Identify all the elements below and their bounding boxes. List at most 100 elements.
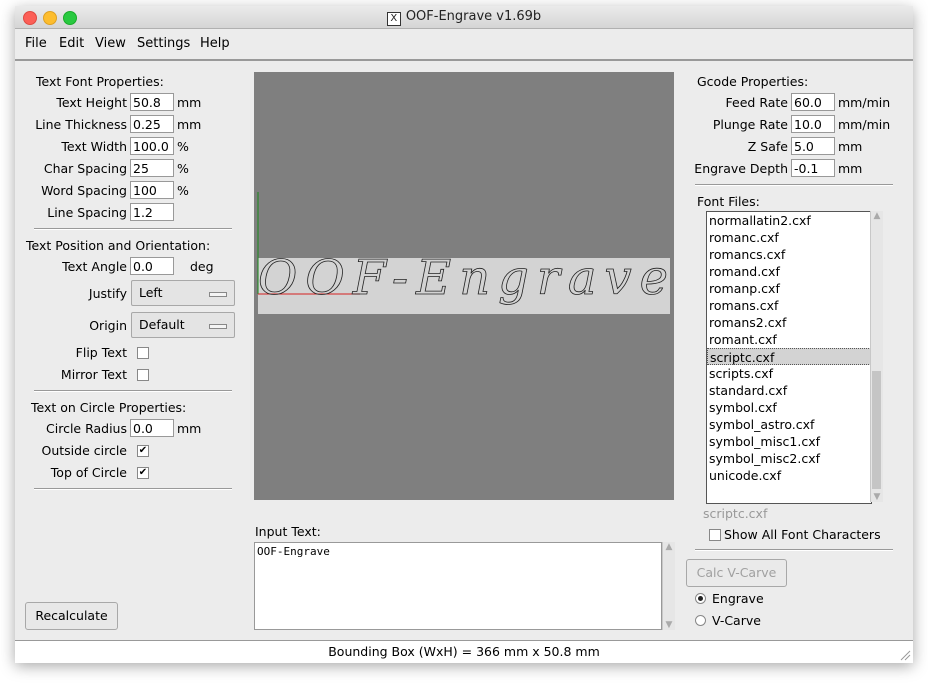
x11-app-icon: X [386, 12, 401, 26]
separator [34, 228, 232, 230]
show-all-chars-checkbox[interactable] [709, 529, 721, 541]
status-text: Bounding Box (WxH) = 366 mm x 50.8 mm [328, 644, 600, 659]
text-width-input[interactable]: 100.0 [130, 137, 174, 155]
circle-radius-unit: mm [177, 421, 202, 436]
line-spacing-input[interactable]: 1.2 [130, 203, 174, 221]
input-text-scrollbar[interactable]: ▲ ▼ [662, 542, 675, 630]
text-font-properties-heading: Text Font Properties: [36, 74, 164, 89]
plunge-rate-unit: mm/min [838, 117, 891, 132]
gcode-properties-heading: Gcode Properties: [697, 74, 809, 89]
engrave-depth-unit: mm [838, 161, 863, 176]
font-files-list[interactable]: normallatin2.cxf romanc.cxf romancs.cxf … [706, 211, 872, 504]
z-safe-label: Z Safe [747, 139, 788, 154]
font-item-standard[interactable]: standard.cxf [707, 382, 871, 399]
menu-settings[interactable]: Settings [137, 36, 190, 51]
justify-dropdown[interactable]: Left [131, 280, 235, 306]
word-spacing-input[interactable]: 100 [130, 181, 174, 199]
input-text-label: Input Text: [255, 524, 321, 539]
origin-value: Default [139, 317, 185, 332]
font-item-romans[interactable]: romans.cxf [707, 297, 871, 314]
recalculate-button[interactable]: Recalculate [25, 602, 118, 630]
vcarve-radio[interactable] [695, 615, 706, 626]
font-item-symbol-misc2[interactable]: symbol_misc2.cxf [707, 450, 871, 467]
input-text-area[interactable]: OOF-Engrave [254, 542, 662, 630]
engrave-depth-input[interactable]: -0.1 [791, 159, 835, 177]
preview-svg: OOF-Engrave [257, 192, 670, 314]
scroll-down-icon[interactable]: ▼ [872, 492, 882, 502]
separator [34, 488, 232, 490]
font-item-romanc[interactable]: romanc.cxf [707, 229, 871, 246]
scrollbar-thumb[interactable] [872, 371, 881, 489]
scroll-down-icon[interactable]: ▼ [664, 620, 674, 630]
calc-vcarve-button[interactable]: Calc V-Carve [686, 559, 787, 587]
text-height-label: Text Height [56, 95, 127, 110]
flip-text-checkbox[interactable] [137, 347, 149, 359]
char-spacing-unit: % [177, 161, 189, 176]
font-item-symbol-astro[interactable]: symbol_astro.cxf [707, 416, 871, 433]
menu-view[interactable]: View [95, 36, 126, 51]
font-item-romant[interactable]: romant.cxf [707, 331, 871, 348]
mirror-text-checkbox[interactable] [137, 369, 149, 381]
char-spacing-input[interactable]: 25 [130, 159, 174, 177]
font-item-romans2[interactable]: romans2.cxf [707, 314, 871, 331]
text-position-heading: Text Position and Orientation: [26, 238, 211, 253]
app-window: X OOF-Engrave v1.69b File Edit View Setti… [15, 6, 913, 663]
z-safe-input[interactable]: 5.0 [791, 137, 835, 155]
top-of-circle-label: Top of Circle [50, 465, 127, 480]
separator [695, 184, 893, 186]
current-font-label: scriptc.cxf [703, 506, 768, 521]
feed-rate-input[interactable]: 60.0 [791, 93, 835, 111]
text-angle-input[interactable]: 0.0 [130, 257, 174, 275]
font-list-scrollbar[interactable]: ▲ ▼ [870, 211, 883, 502]
resize-grip-icon[interactable] [899, 649, 911, 661]
show-all-chars-label: Show All Font Characters [724, 527, 881, 542]
char-spacing-label: Char Spacing [43, 161, 127, 176]
vcarve-label: V-Carve [712, 613, 761, 628]
engrave-label: Engrave [712, 591, 764, 606]
scroll-up-icon[interactable]: ▲ [664, 542, 674, 552]
text-height-unit: mm [177, 95, 202, 110]
dropdown-indicator-icon [209, 292, 227, 297]
check-icon: ✔ [138, 467, 148, 478]
font-item-romanp[interactable]: romanp.cxf [707, 280, 871, 297]
font-item-scriptc[interactable]: scriptc.cxf [707, 348, 871, 365]
top-of-circle-checkbox[interactable]: ✔ [137, 467, 149, 479]
outside-circle-label: Outside circle [41, 443, 128, 458]
dropdown-indicator-icon [209, 324, 227, 329]
separator [34, 390, 232, 392]
font-item-normallatin2[interactable]: normallatin2.cxf [707, 212, 871, 229]
text-angle-label: Text Angle [62, 259, 127, 274]
text-width-label: Text Width [61, 139, 127, 154]
font-item-unicode[interactable]: unicode.cxf [707, 467, 871, 484]
text-height-input[interactable]: 50.8 [130, 93, 174, 111]
feed-rate-label: Feed Rate [725, 95, 788, 110]
feed-rate-unit: mm/min [838, 95, 891, 110]
scroll-up-icon[interactable]: ▲ [872, 211, 882, 221]
menu-file[interactable]: File [25, 36, 47, 51]
status-bar: Bounding Box (WxH) = 366 mm x 50.8 mm [15, 640, 913, 663]
check-icon: ✔ [138, 445, 148, 456]
justify-label: Justify [88, 286, 127, 301]
font-item-romancs[interactable]: romancs.cxf [707, 246, 871, 263]
outside-circle-checkbox[interactable]: ✔ [137, 445, 149, 457]
circle-properties-heading: Text on Circle Properties: [31, 400, 187, 415]
origin-dropdown[interactable]: Default [131, 312, 235, 338]
window-title: OOF-Engrave v1.69b [405, 9, 542, 24]
font-item-romand[interactable]: romand.cxf [707, 263, 871, 280]
engrave-radio[interactable] [695, 593, 706, 604]
preview-text: OOF-Engrave [258, 250, 668, 306]
font-item-symbol[interactable]: symbol.cxf [707, 399, 871, 416]
line-thickness-unit: mm [177, 117, 202, 132]
menu-help[interactable]: Help [200, 36, 230, 51]
plunge-rate-label: Plunge Rate [712, 117, 788, 132]
font-item-scripts[interactable]: scripts.cxf [707, 365, 871, 382]
font-item-symbol-misc1[interactable]: symbol_misc1.cxf [707, 433, 871, 450]
word-spacing-label: Word Spacing [41, 183, 127, 198]
circle-radius-input[interactable]: 0.0 [130, 419, 174, 437]
circle-radius-label: Circle Radius [46, 421, 127, 436]
line-thickness-input[interactable]: 0.25 [130, 115, 174, 133]
origin-label: Origin [89, 318, 127, 333]
preview-canvas[interactable]: OOF-Engrave [254, 72, 674, 500]
plunge-rate-input[interactable]: 10.0 [791, 115, 835, 133]
menu-edit[interactable]: Edit [59, 36, 84, 51]
